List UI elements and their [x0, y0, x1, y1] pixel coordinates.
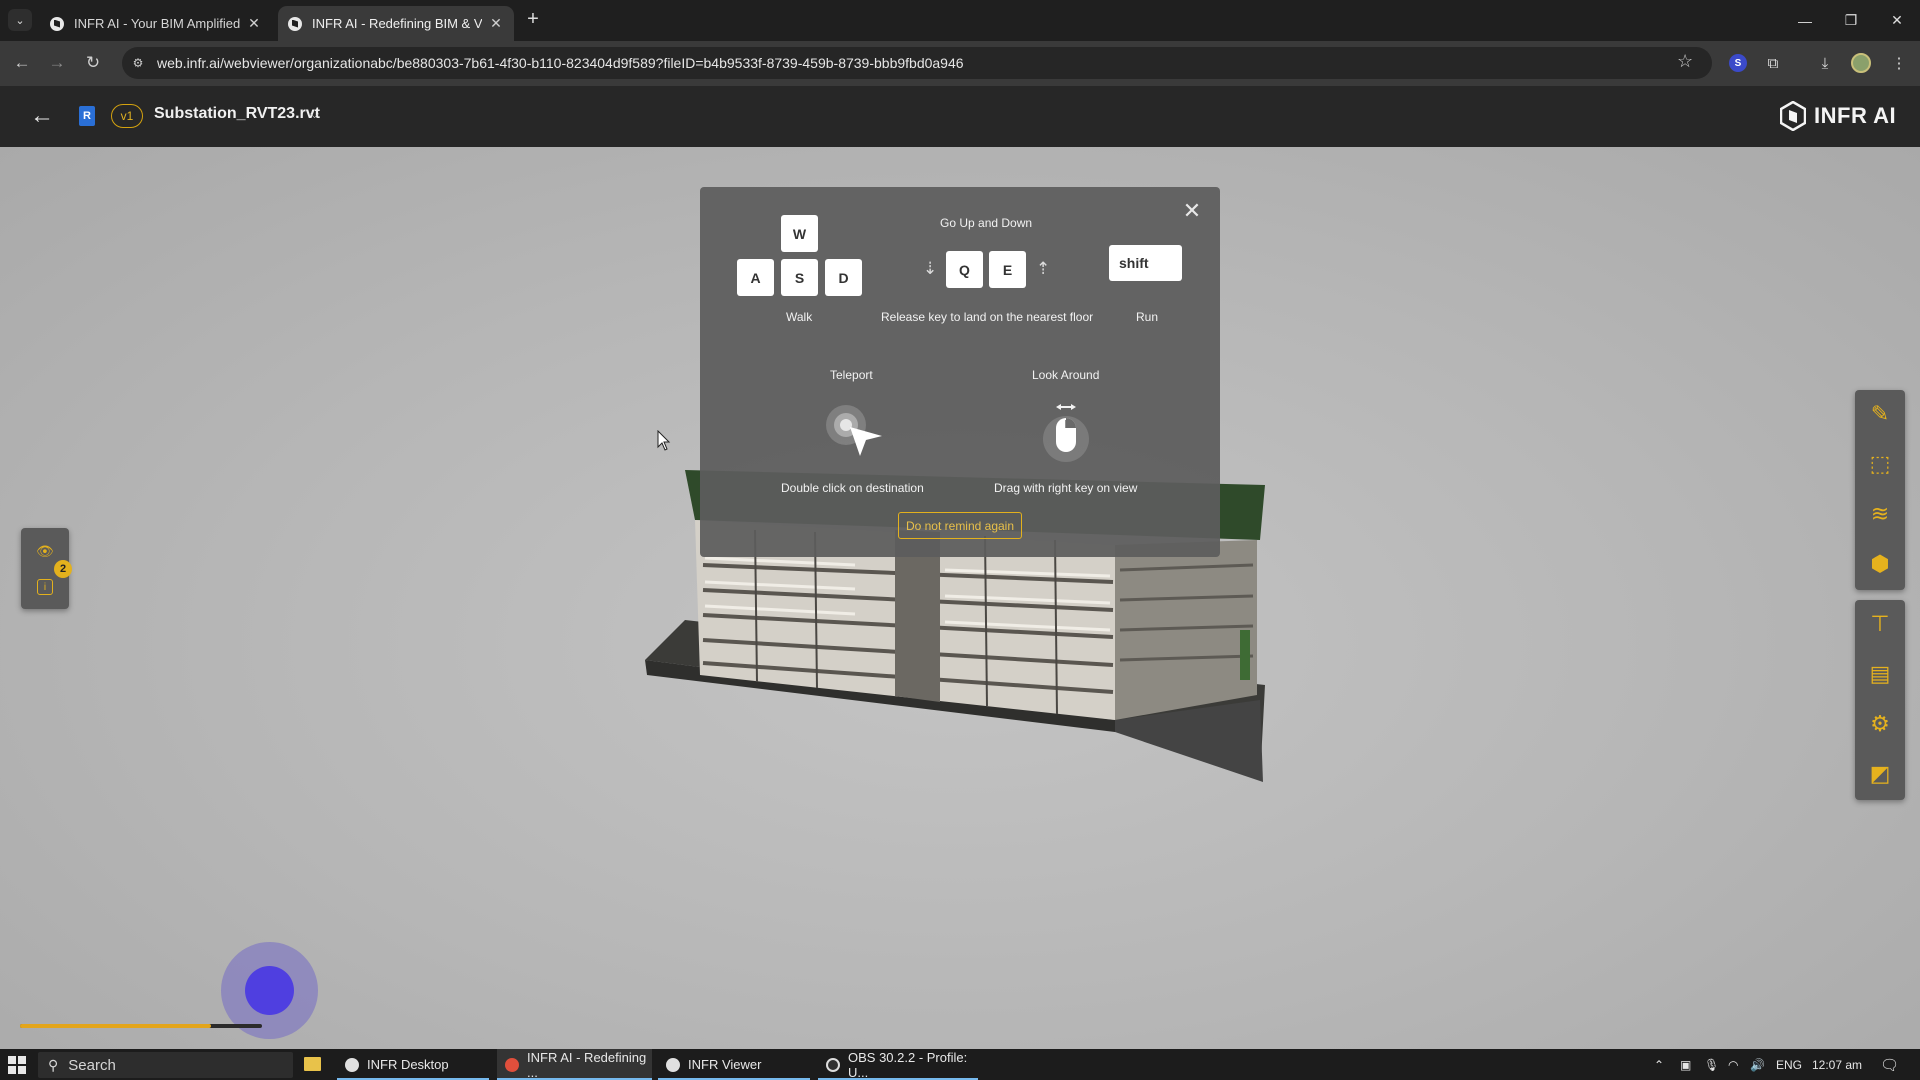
loading-progress-bar — [20, 1024, 262, 1028]
taskbar-search[interactable]: ⚲ Search — [38, 1052, 293, 1078]
arrow-up-icon: ⇡ — [1036, 259, 1051, 278]
fullscreen-icon[interactable]: ◩ — [1866, 760, 1894, 788]
extensions-puzzle-icon[interactable]: ⧉ — [1761, 51, 1785, 75]
search-label: Search — [68, 1056, 116, 1074]
notifications-icon[interactable]: 🗨 — [1880, 1049, 1899, 1080]
microphone-icon[interactable]: 🎙 — [1704, 1049, 1719, 1080]
taskbar-item-infr-viewer[interactable]: INFR Viewer — [658, 1049, 810, 1080]
key-q: Q — [946, 251, 983, 288]
section-box-icon[interactable]: ⬚ — [1866, 450, 1894, 478]
model-tree-icon[interactable]: ⊤ — [1866, 610, 1894, 638]
tab-title: INFR AI - Your BIM Amplified, R — [74, 16, 240, 31]
chrome-icon — [505, 1057, 519, 1072]
obs-icon — [826, 1057, 840, 1072]
url-text[interactable]: web.infr.ai/webviewer/organizationabc/be… — [157, 55, 964, 71]
file-dropdown-chevron-icon[interactable]: ⌵ — [310, 107, 319, 122]
browser-tab-1[interactable]: INFR AI - Your BIM Amplified, R ✕ — [40, 6, 272, 41]
version-badge[interactable]: v1 — [111, 104, 143, 128]
tab-list-chevron-icon[interactable]: ⌄ — [8, 9, 32, 31]
browser-tab-2[interactable]: INFR AI - Redefining BIM & VD ✕ — [278, 6, 514, 41]
settings-gear-icon[interactable]: ⚙ — [1866, 710, 1894, 738]
tab-close-icon[interactable]: ✕ — [488, 15, 504, 32]
restore-icon[interactable]: ❐ — [1828, 0, 1874, 41]
infr-favicon-icon — [50, 16, 64, 31]
measure-ruler-icon[interactable]: ✎ — [1866, 400, 1894, 428]
walk-label: Walk — [786, 310, 813, 324]
new-tab-button[interactable]: + — [521, 8, 545, 32]
do-not-remind-button[interactable]: Do not remind again — [898, 512, 1022, 539]
infr-app-icon — [666, 1057, 680, 1072]
key-a: A — [737, 259, 774, 296]
site-settings-icon[interactable]: ⚙ — [128, 54, 148, 72]
loading-progress-fill — [20, 1024, 212, 1028]
look-around-title: Look Around — [1032, 368, 1100, 382]
browser-tab-bar: ⌄ INFR AI - Your BIM Amplified, R ✕ INFR… — [0, 0, 1920, 41]
key-w: W — [781, 215, 818, 252]
taskbar-item-obs[interactable]: OBS 30.2.2 - Profile: U... — [818, 1049, 978, 1080]
look-around-desc: Drag with right key on view — [994, 481, 1138, 495]
minimize-icon[interactable]: — — [1782, 0, 1828, 41]
tab-close-icon[interactable]: ✕ — [246, 15, 262, 32]
eye-icon[interactable]: 👁 — [36, 543, 54, 560]
key-d: D — [825, 259, 862, 296]
browser-menu-icon[interactable]: ⋮ — [1887, 51, 1911, 75]
brand-name: INFR AI — [1814, 103, 1897, 128]
tab-title: INFR AI - Redefining BIM & VD — [312, 16, 482, 31]
search-icon: ⚲ — [48, 1056, 59, 1073]
clock-time[interactable]: 12:07 am — [1812, 1049, 1862, 1080]
mouse-right-drag-icon — [1043, 404, 1089, 462]
taskbar-item-infr-desktop[interactable]: INFR Desktop — [337, 1049, 489, 1080]
run-label: Run — [1136, 310, 1159, 324]
taskbar-item-label: INFR AI - Redefining ... — [527, 1049, 647, 1080]
taskbar-item-label: INFR Viewer — [688, 1057, 762, 1072]
volume-icon[interactable]: 🔊 — [1750, 1049, 1765, 1080]
explode-cube-icon[interactable]: ⬢ — [1866, 550, 1894, 578]
file-name[interactable]: Substation_RVT23.rvt — [154, 105, 320, 123]
dialog-close-icon[interactable]: ✕ — [1182, 200, 1202, 222]
updown-desc: Release key to land on the nearest floor — [881, 310, 1094, 324]
bookmark-star-icon[interactable]: ☆ — [1677, 51, 1693, 72]
hidden-count-badge: 2 — [54, 560, 72, 578]
window-close-icon[interactable]: ✕ — [1874, 0, 1920, 41]
tray-device-icon[interactable]: ▣ — [1680, 1049, 1691, 1080]
teleport-desc: Double click on destination — [781, 481, 924, 495]
teleport-cursor-icon — [826, 405, 882, 456]
revit-file-icon: R — [79, 106, 95, 126]
taskbar-item-label: INFR Desktop — [367, 1057, 449, 1072]
app-back-arrow-icon[interactable]: ← — [30, 102, 54, 130]
properties-icon[interactable]: ▤ — [1866, 660, 1894, 688]
extension-s-icon[interactable]: S — [1726, 51, 1750, 75]
key-e: E — [989, 251, 1026, 288]
key-shift: shift — [1109, 245, 1182, 281]
infr-logo-icon — [1780, 101, 1806, 131]
infr-app-icon — [345, 1057, 359, 1072]
updown-title: Go Up and Down — [940, 216, 1033, 230]
mouse-cursor-icon — [657, 430, 671, 451]
navigation-help-dialog — [700, 187, 1220, 557]
taskbar-item-label: OBS 30.2.2 - Profile: U... — [848, 1049, 968, 1080]
info-icon[interactable]: i — [37, 579, 53, 595]
file-explorer-icon[interactable] — [304, 1057, 321, 1071]
download-icon[interactable]: ⤓ — [1813, 51, 1837, 75]
key-s: S — [781, 259, 818, 296]
joystick-handle[interactable] — [245, 966, 294, 1015]
wifi-icon[interactable]: ◠ — [1728, 1049, 1738, 1080]
infr-favicon-icon — [288, 16, 302, 31]
arrow-down-icon: ⇣ — [923, 259, 938, 278]
brand-logo: INFR AI — [1780, 99, 1896, 133]
teleport-title: Teleport — [830, 368, 873, 382]
taskbar-item-chrome[interactable]: INFR AI - Redefining ... — [497, 1049, 652, 1080]
windows-start-icon[interactable] — [8, 1056, 26, 1074]
profile-avatar[interactable] — [1849, 51, 1873, 75]
back-icon[interactable]: ← — [9, 50, 35, 76]
reload-icon[interactable]: ↻ — [80, 50, 106, 76]
language-indicator[interactable]: ENG — [1776, 1049, 1802, 1080]
forward-icon[interactable]: → — [44, 50, 70, 76]
tray-overflow-chevron-icon[interactable]: ⌃ — [1654, 1049, 1664, 1080]
layers-icon[interactable]: ≋ — [1866, 500, 1894, 528]
